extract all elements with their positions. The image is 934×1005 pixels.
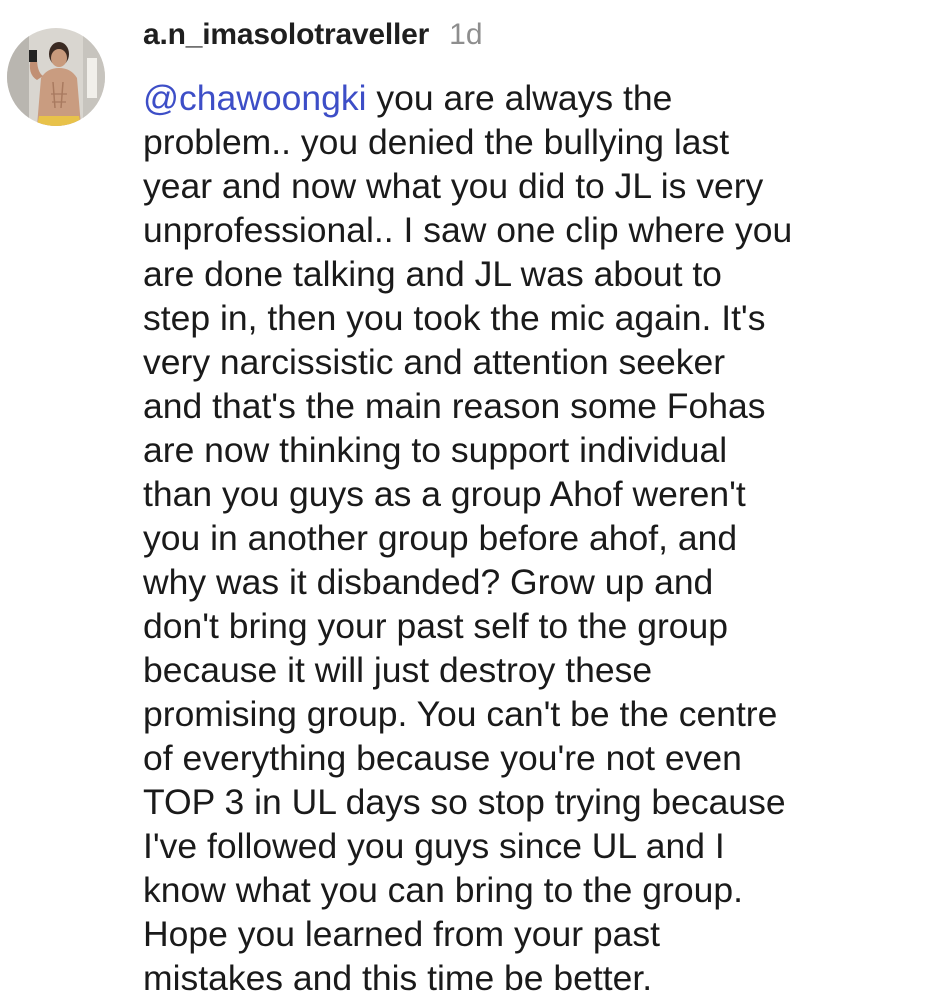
comment-line: step in, then you took the mic again. It… xyxy=(143,298,766,338)
username-link[interactable]: a.n_imasolotraveller xyxy=(143,18,429,52)
comment-line-text: you are always the xyxy=(366,78,673,118)
comment-line: mistakes and this time be better. xyxy=(143,958,653,998)
mention-link[interactable]: @chawoongki xyxy=(143,78,367,118)
comment-header: a.n_imasolotraveller 1d xyxy=(143,18,483,62)
comment-line: you in another group before ahof, and xyxy=(143,518,738,558)
comment-line: I've followed you guys since UL and I xyxy=(143,826,725,866)
comment-line: promising group. You can't be the centre xyxy=(143,694,778,734)
comment-line: of everything because you're not even xyxy=(143,738,742,778)
comment-line: than you guys as a group Ahof weren't xyxy=(143,474,746,514)
comment-text: @chawoongki you are always the problem..… xyxy=(143,76,923,1000)
avatar-photo-icon xyxy=(7,28,105,126)
comment-line: why was it disbanded? Grow up and xyxy=(143,562,714,602)
comment-line: problem.. you denied the bullying last xyxy=(143,122,730,162)
comment-line: TOP 3 in UL days so stop trying because xyxy=(143,782,786,822)
comment-line: and that's the main reason some Fohas xyxy=(143,386,766,426)
comment-line: don't bring your past self to the group xyxy=(143,606,729,646)
comment: a.n_imasolotraveller 1d @chawoongki you … xyxy=(0,0,934,1005)
timestamp: 1d xyxy=(449,18,483,51)
comment-line: year and now what you did to JL is very xyxy=(143,166,764,206)
avatar[interactable] xyxy=(7,28,105,126)
comment-line: unprofessional.. I saw one clip where yo… xyxy=(143,210,793,250)
comment-line: @chawoongki you are always the xyxy=(143,76,923,120)
comment-line: are done talking and JL was about to xyxy=(143,254,722,294)
comment-line: know what you can bring to the group. xyxy=(143,870,743,910)
comment-line: are now thinking to support individual xyxy=(143,430,728,470)
comment-line: very narcissistic and attention seeker xyxy=(143,342,726,382)
comment-line: Hope you learned from your past xyxy=(143,914,661,954)
comment-line: because it will just destroy these xyxy=(143,650,653,690)
